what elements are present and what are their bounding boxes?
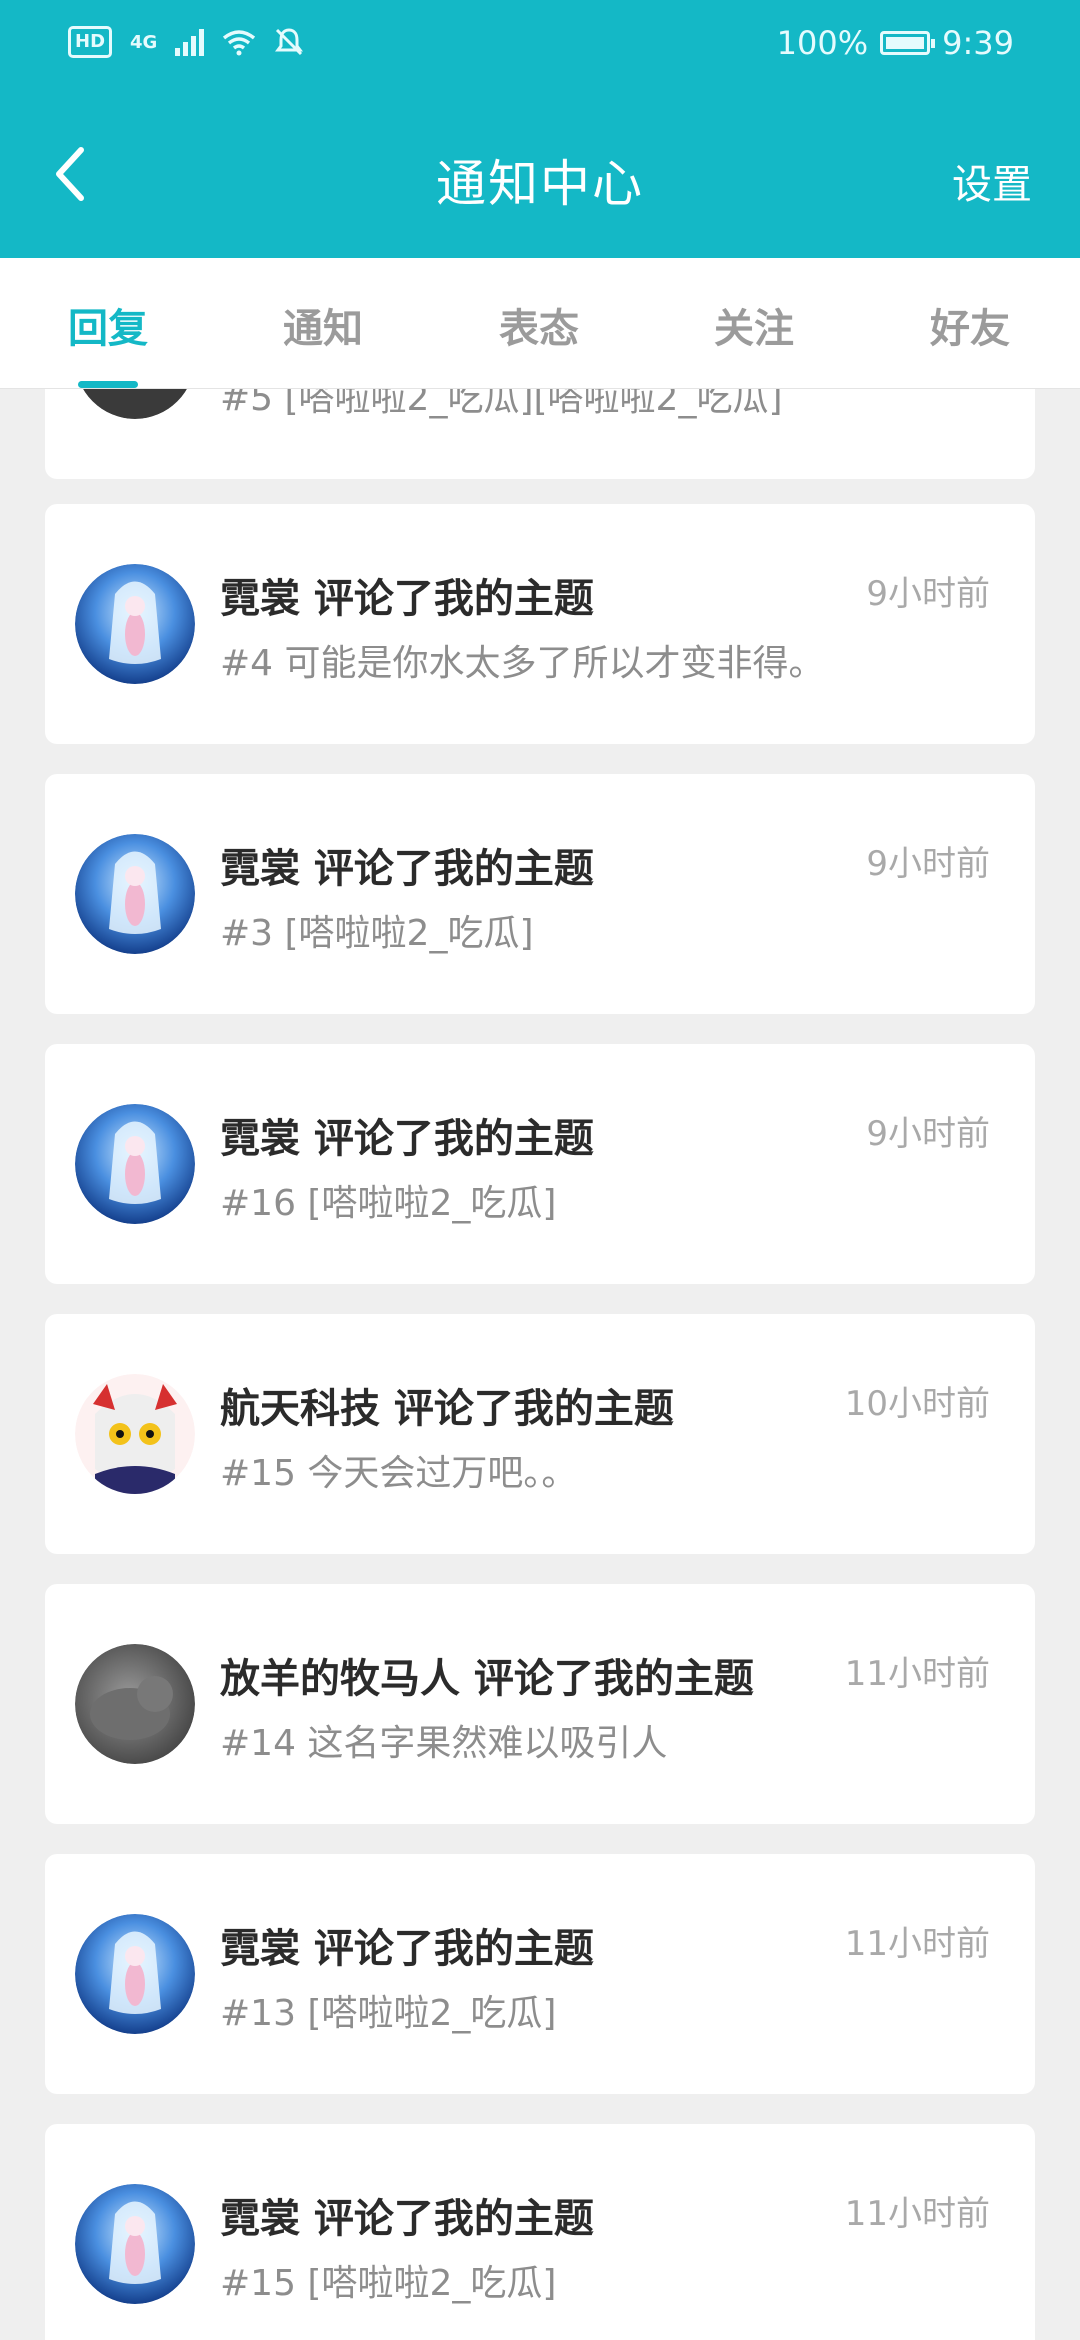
clock: 9:39 — [942, 24, 1014, 62]
notification-title: 放羊的牧马人 评论了我的主题 — [220, 1656, 754, 1702]
notification-time: 11小时前 — [844, 1924, 990, 1964]
notification-time: 11小时前 — [844, 2194, 990, 2234]
notification-card[interactable]: 放羊的牧马人 评论了我的主题 11小时前 #14 这名字果然难以吸引人 — [45, 1584, 1035, 1824]
notification-content: #5 [嗒啦啦2_吃瓜][嗒啦啦2_吃瓜] — [220, 389, 783, 419]
notification-title: 霓裳 评论了我的主题 — [220, 2196, 594, 2242]
notification-title: 霓裳 评论了我的主题 — [220, 1926, 594, 1972]
notification-content: #15 [嗒啦啦2_吃瓜] — [220, 2263, 557, 2304]
signal-icon — [175, 28, 205, 56]
wifi-icon — [223, 30, 256, 56]
notification-card[interactable]: 霓裳 评论了我的主题 9小时前 #4 可能是你水太多了所以才变非得。 — [45, 504, 1035, 744]
page-title: 通知中心 — [436, 155, 644, 213]
avatar — [75, 1644, 195, 1764]
notification-title: 霓裳 评论了我的主题 — [220, 1116, 594, 1162]
notification-content: #14 这名字果然难以吸引人 — [220, 1723, 668, 1764]
notification-content: #15 今天会过万吧。。 — [220, 1453, 578, 1494]
notification-title: 霓裳 评论了我的主题 — [220, 846, 594, 892]
status-icons-right: 100% 9:39 — [777, 24, 1014, 62]
notification-time: 9小时前 — [866, 844, 990, 884]
avatar — [75, 1914, 195, 2034]
notification-time: 11小时前 — [844, 1654, 990, 1694]
notification-content: #16 [嗒啦啦2_吃瓜] — [220, 1183, 557, 1224]
network-type: 4G — [130, 31, 158, 53]
avatar — [75, 564, 195, 684]
settings-button[interactable]: 设置 — [952, 152, 1032, 210]
notification-content: #3 [嗒啦啦2_吃瓜] — [220, 913, 534, 954]
notification-content: #4 可能是你水太多了所以才变非得。 — [220, 643, 825, 684]
notification-time: 9小时前 — [866, 1114, 990, 1154]
avatar — [75, 834, 195, 954]
notification-title: 霓裳 评论了我的主题 — [220, 576, 594, 622]
tab-reactions[interactable]: 表态 — [499, 296, 579, 354]
status-bar: HD 4G 100% 9:39 — [0, 0, 1080, 90]
tab-friends[interactable]: 好友 — [930, 296, 1010, 354]
mute-bell-icon — [275, 28, 304, 56]
notification-card[interactable]: 霓裳 评论了我的主题 11小时前 #13 [嗒啦啦2_吃瓜] — [45, 1854, 1035, 2094]
battery-icon — [880, 31, 936, 55]
avatar — [75, 2184, 195, 2304]
notification-card[interactable]: 航天科技 评论了我的主题 10小时前 #15 今天会过万吧。。 — [45, 1314, 1035, 1554]
notification-title: 航天科技 评论了我的主题 — [220, 1386, 674, 1432]
battery-percent: 100% — [776, 24, 869, 62]
status-icons-left: HD 4G — [68, 26, 304, 58]
tab-replies[interactable]: 回复 — [68, 296, 148, 354]
notification-list: #5 [嗒啦啦2_吃瓜][嗒啦啦2_吃瓜] 霓裳 评论了我的主题 9小时前 #4… — [0, 389, 1080, 2340]
tab-bar: 回复 通知 表态 关注 好友 — [0, 258, 1080, 389]
tab-notices[interactable]: 通知 — [283, 296, 363, 354]
notification-time: 10小时前 — [844, 1384, 990, 1424]
notification-card[interactable]: 霓裳 评论了我的主题 9小时前 #16 [嗒啦啦2_吃瓜] — [45, 1044, 1035, 1284]
app-header: 通知中心 设置 — [0, 90, 1080, 258]
active-tab-indicator — [78, 381, 138, 388]
avatar — [75, 1374, 195, 1494]
notification-card[interactable]: 霓裳 评论了我的主题 11小时前 #15 [嗒啦啦2_吃瓜] — [45, 2124, 1035, 2340]
tab-follows[interactable]: 关注 — [714, 296, 794, 354]
notification-card[interactable]: #5 [嗒啦啦2_吃瓜][嗒啦啦2_吃瓜] — [45, 389, 1035, 479]
avatar — [75, 1104, 195, 1224]
notification-card[interactable]: 霓裳 评论了我的主题 9小时前 #3 [嗒啦啦2_吃瓜] — [45, 774, 1035, 1014]
avatar — [75, 389, 195, 419]
notification-time: 9小时前 — [866, 574, 990, 614]
notification-content: #13 [嗒啦啦2_吃瓜] — [220, 1993, 557, 2034]
hd-icon: HD — [68, 26, 113, 58]
